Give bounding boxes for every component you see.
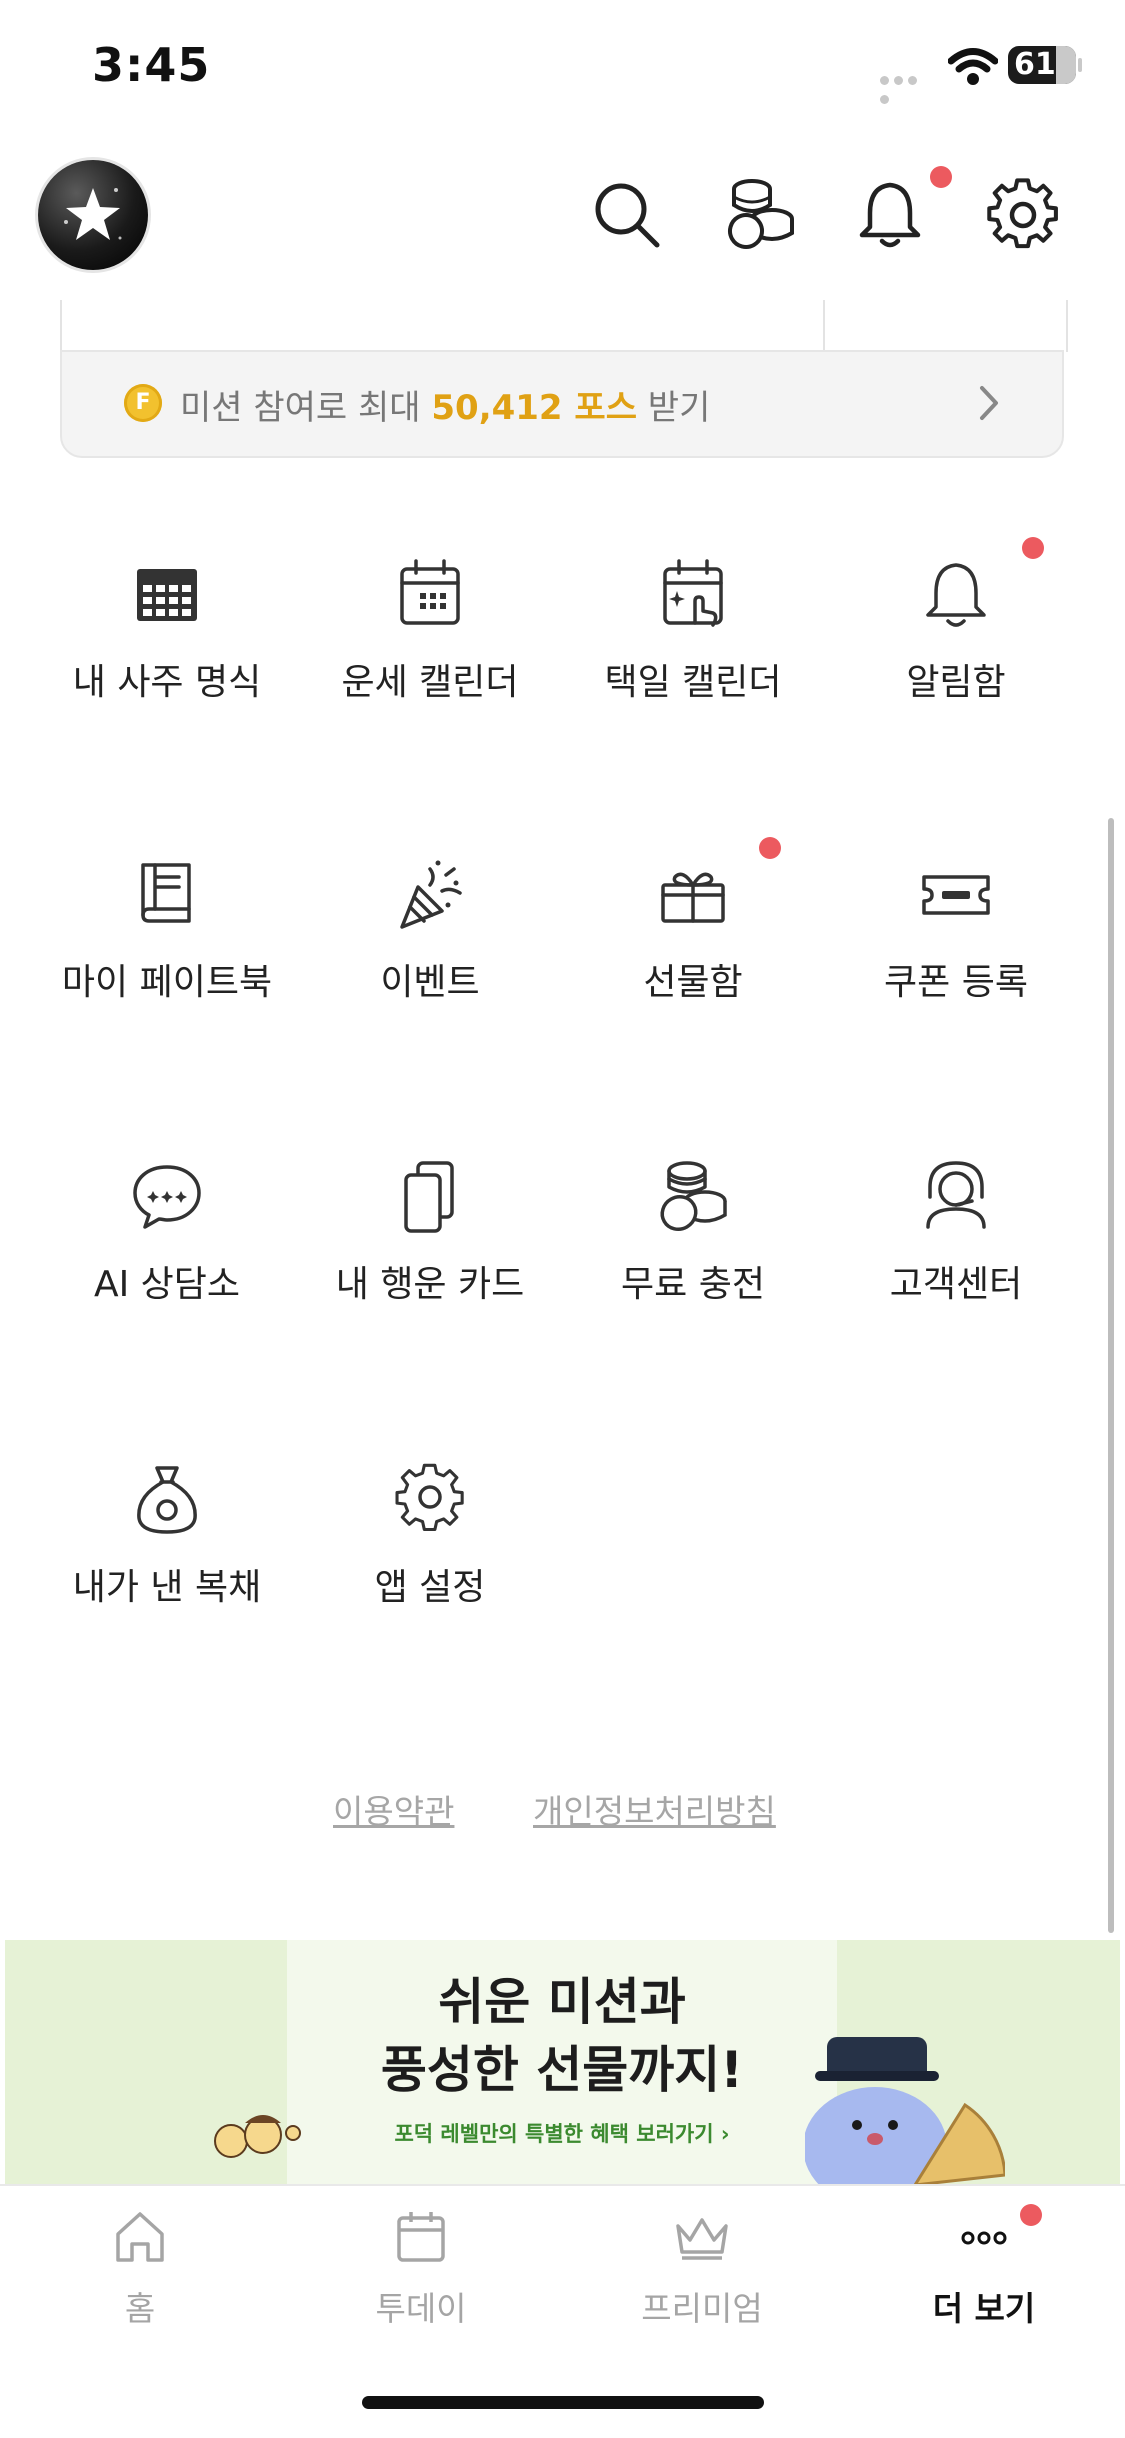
chevron-right-icon	[980, 386, 998, 420]
bell-icon[interactable]	[850, 175, 930, 255]
menu-item-label: 무료 충전	[621, 1264, 765, 1305]
notification-badge	[930, 166, 952, 188]
menu-item-label: 내 행운 카드	[335, 1264, 525, 1305]
signal-dots-icon	[880, 70, 934, 104]
scrollbar[interactable]	[1108, 818, 1114, 1933]
terms-link[interactable]: 이용약관	[333, 1785, 454, 1833]
menu-item-label: 선물함	[643, 962, 743, 1003]
bell-icon	[926, 563, 986, 627]
menu-item-9[interactable]: AI 상담소	[37, 1157, 297, 1357]
banner-title: 쉬운 미션과 풍성한 선물까지!	[380, 1973, 744, 2099]
ticket-icon	[922, 875, 990, 915]
home-icon	[116, 2212, 164, 2262]
character-illustration	[805, 2037, 1005, 2185]
calendar-grid-icon	[137, 569, 197, 621]
party-popper-icon	[400, 860, 462, 929]
money-bag-icon	[137, 1466, 197, 1534]
battery-level: 61	[1014, 47, 1056, 82]
calendar-icon	[397, 2212, 445, 2262]
coins-icon	[660, 1161, 727, 1232]
battery-cap	[1078, 58, 1082, 72]
menu-item-label: 알림함	[906, 662, 1006, 703]
menu-item-8[interactable]: 쿠폰 등록	[826, 855, 1086, 1055]
mission-amount: 50,412 포스	[431, 388, 637, 428]
crown-icon	[676, 2218, 728, 2260]
coin-icon: F	[124, 384, 162, 422]
mission-banner[interactable]: F 미션 참여로 최대 50,412 포스 받기	[60, 350, 1064, 458]
cards-icon	[404, 1161, 454, 1233]
tab-more[interactable]: 더 보기	[884, 2206, 1084, 2330]
menu-item-label: 내 사주 명식	[72, 662, 262, 703]
calendar-select-icon	[663, 559, 723, 627]
menu-item-label: 내가 낸 복채	[72, 1567, 262, 1608]
coins-icon[interactable]	[720, 175, 800, 255]
headset-icon	[926, 1161, 986, 1229]
gear-icon[interactable]	[983, 175, 1063, 255]
tab-home[interactable]: 홈	[40, 2206, 240, 2330]
home-indicator	[362, 2396, 764, 2409]
menu-item-14[interactable]: 앱 설정	[300, 1460, 560, 1660]
star-icon	[64, 188, 122, 240]
menu-item-6[interactable]: 이벤트	[300, 855, 560, 1055]
menu-item-label: 고객센터	[889, 1264, 1023, 1305]
menu-item-3[interactable]: 택일 캘린더	[563, 555, 823, 755]
menu-item-label: 택일 캘린더	[604, 662, 782, 703]
menu-item-12[interactable]: 고객센터	[826, 1157, 1086, 1357]
menu-item-label: AI 상담소	[93, 1264, 241, 1305]
menu-item-11[interactable]: 무료 충전	[563, 1157, 823, 1357]
tab-more-badge	[1020, 2204, 1042, 2226]
calendar-icon	[400, 559, 460, 625]
menu-item-13[interactable]: 내가 낸 복채	[37, 1460, 297, 1660]
menu-badge	[1022, 537, 1044, 559]
book-icon	[141, 863, 191, 923]
menu-item-label: 마이 페이트북	[61, 962, 273, 1003]
gift-icon	[661, 872, 725, 923]
chat-bubble-icon	[133, 1165, 201, 1229]
status-time: 3:45	[92, 38, 211, 92]
menu-item-4[interactable]: 알림함	[826, 537, 1086, 755]
mission-text: 미션 참여로 최대 50,412 포스 받기	[180, 388, 711, 428]
menu-item-1[interactable]: 내 사주 명식	[37, 555, 297, 755]
menu-item-label: 쿠폰 등록	[884, 962, 1028, 1003]
gear-icon	[395, 1463, 464, 1532]
card-remnant	[60, 300, 1068, 352]
tab-premium[interactable]: 프리미엄	[602, 2206, 802, 2330]
menu-item-label: 앱 설정	[374, 1567, 486, 1608]
mascot-illustration	[214, 2115, 301, 2158]
tab-today[interactable]: 투데이	[321, 2206, 521, 2330]
menu-item-5[interactable]: 마이 페이트북	[37, 855, 297, 1055]
menu-item-2[interactable]: 운세 캘린더	[300, 555, 560, 755]
promo-banner[interactable]: 쉬운 미션과 풍성한 선물까지! 포덕 레벨만의 특별한 혜택 보러가기 ›	[5, 1940, 1120, 2185]
wifi-icon	[948, 48, 998, 85]
privacy-link[interactable]: 개인정보처리방침	[533, 1785, 776, 1833]
profile-avatar[interactable]	[38, 160, 148, 270]
menu-item-10[interactable]: 내 행운 카드	[300, 1157, 560, 1357]
more-icon	[961, 2231, 1007, 2245]
menu-item-7[interactable]: 선물함	[563, 837, 823, 1055]
menu-badge	[759, 837, 781, 859]
battery-icon: 61	[1008, 46, 1076, 84]
menu-item-label: 이벤트	[380, 962, 480, 1003]
search-icon[interactable]	[587, 175, 667, 255]
banner-subtitle: 포덕 레벨만의 특별한 혜택 보러가기 ›	[394, 2122, 730, 2146]
menu-item-label: 운세 캘린더	[341, 662, 519, 703]
